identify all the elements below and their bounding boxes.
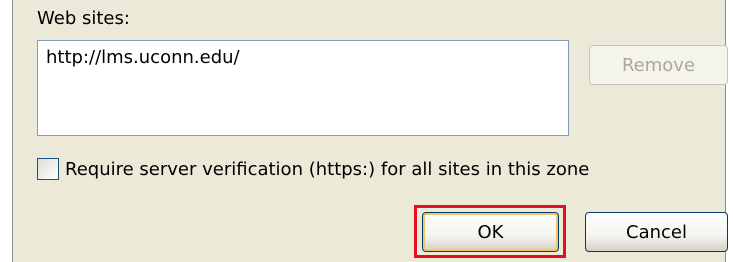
require-https-label[interactable]: Require server verification (https:) for… <box>65 159 589 180</box>
ok-button[interactable]: OK <box>422 212 559 252</box>
trusted-sites-dialog: Web sites: http://lms.uconn.edu/ Remove … <box>12 0 728 262</box>
list-item[interactable]: http://lms.uconn.edu/ <box>46 47 240 68</box>
websites-list[interactable]: http://lms.uconn.edu/ <box>37 40 569 136</box>
websites-label: Web sites: <box>37 8 130 29</box>
require-https-checkbox[interactable] <box>37 158 59 180</box>
cancel-button[interactable]: Cancel <box>585 212 728 252</box>
require-https-row: Require server verification (https:) for… <box>37 158 589 180</box>
remove-button[interactable]: Remove <box>589 45 728 85</box>
